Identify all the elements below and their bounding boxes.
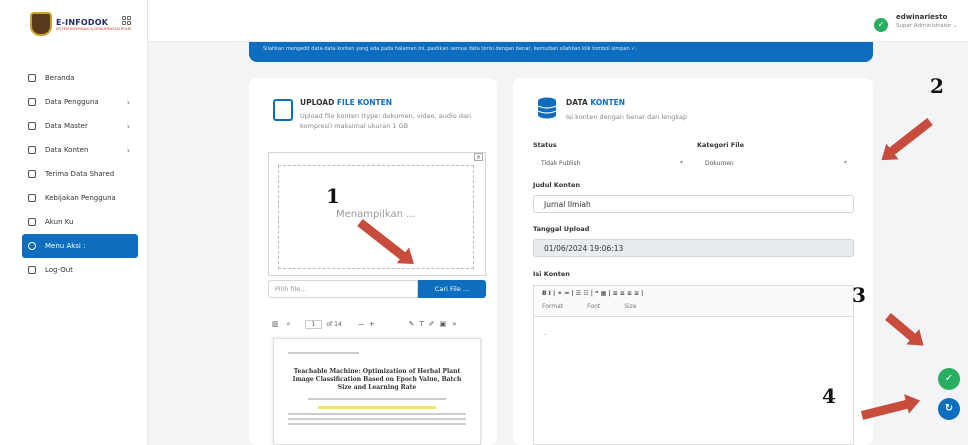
users-icon bbox=[28, 98, 36, 106]
sidebar-item-beranda[interactable]: Beranda bbox=[22, 66, 138, 90]
sidebar-menu: Beranda Data Pengguna › Data Master › Data… bbox=[22, 66, 138, 282]
upload-file-icon bbox=[273, 99, 293, 121]
apps-grid-icon[interactable] bbox=[122, 16, 131, 25]
file-input[interactable]: Pilih file... bbox=[268, 280, 418, 298]
zoom-out-icon[interactable]: — bbox=[358, 320, 365, 328]
annotation-arrow-3 bbox=[885, 313, 919, 344]
upload-card-title: UPLOAD FILE KONTEN bbox=[300, 98, 392, 107]
zoom-in-icon[interactable]: + bbox=[369, 320, 375, 328]
sidebar-item-log-out[interactable]: Log-Out bbox=[22, 258, 138, 282]
user-verified-icon: ✓ bbox=[874, 18, 888, 32]
pdf-page-preview: Teachable Machine: Optimization of Herba… bbox=[273, 338, 481, 445]
size-dropdown[interactable]: Size bbox=[624, 303, 636, 310]
sidebar: E-INFODOK SISTEM INFORMASI & DOKUMENTASI… bbox=[0, 0, 148, 445]
tanggal-label: Tanggal Upload bbox=[533, 225, 590, 233]
isi-label: Isi Konten bbox=[533, 270, 570, 278]
top-header: ✓ edwinariesto Super Administrator ⌄ bbox=[148, 0, 968, 42]
search-icon[interactable]: ⌕ bbox=[287, 320, 291, 329]
brand-logo[interactable]: E-INFODOK SISTEM INFORMASI & DOKUMENTASI… bbox=[30, 12, 131, 36]
brand-name: E-INFODOK bbox=[56, 17, 109, 27]
pdf-page-total: of 14 bbox=[326, 320, 342, 328]
sidebar-item-data-master[interactable]: Data Master › bbox=[22, 114, 138, 138]
sidebar-item-data-pengguna[interactable]: Data Pengguna › bbox=[22, 90, 138, 114]
text-tool-icon[interactable]: T bbox=[419, 320, 423, 328]
info-banner: Silahkan mengedit data-data konten yang … bbox=[249, 42, 873, 62]
annotation-number-3: 3 bbox=[852, 283, 866, 307]
editor-toolbar: B I | ⚭ ⚮ | ☰ ☷ | ❝ ▦ | ≡ ≡ ≡ ≡ | Format… bbox=[533, 285, 854, 317]
content-icon bbox=[28, 146, 36, 154]
home-icon bbox=[28, 74, 36, 82]
close-icon[interactable]: × bbox=[474, 153, 483, 161]
user-name[interactable]: edwinariesto bbox=[896, 13, 947, 21]
format-dropdown[interactable]: Format bbox=[542, 303, 563, 310]
more-tools-icon[interactable]: » bbox=[452, 320, 456, 328]
status-select[interactable]: Tidak Publish ▾ bbox=[533, 156, 691, 172]
draw-icon[interactable]: ✎ bbox=[409, 320, 415, 328]
annotation-number-2: 2 bbox=[930, 74, 944, 98]
font-dropdown[interactable]: Font bbox=[587, 303, 600, 310]
kategori-select[interactable]: Dokumen ▾ bbox=[697, 156, 855, 172]
judul-label: Judul Konten bbox=[533, 181, 580, 189]
reset-button[interactable]: ↻ bbox=[938, 398, 960, 420]
upload-card-subtitle: Upload file konten (type: dokumen, video… bbox=[300, 112, 472, 130]
sidebar-item-data-konten[interactable]: Data Konten › bbox=[22, 138, 138, 162]
save-button[interactable]: ✓ bbox=[938, 368, 960, 390]
chevron-down-icon: ▾ bbox=[679, 159, 683, 166]
image-tool-icon[interactable]: ▣ bbox=[440, 320, 447, 328]
sidebar-item-akun-ku[interactable]: Akun Ku bbox=[22, 210, 138, 234]
judul-input[interactable]: Jurnal Ilmiah bbox=[533, 195, 854, 213]
police-badge-icon bbox=[30, 12, 52, 36]
chevron-right-icon: › bbox=[126, 121, 130, 131]
pdf-document-title: Teachable Machine: Optimization of Herba… bbox=[292, 368, 462, 391]
help-icon bbox=[28, 194, 36, 202]
database-icon bbox=[537, 97, 557, 119]
sidebar-toggle-icon[interactable]: ▥ bbox=[272, 320, 279, 328]
sidebar-item-terima-data-shared[interactable]: Terima Data Shared bbox=[22, 162, 138, 186]
status-label: Status bbox=[533, 141, 557, 149]
data-konten-title: DATA KONTEN bbox=[566, 98, 626, 107]
editor-format-buttons[interactable]: B I | ⚭ ⚮ | ☰ ☷ | ❝ ▦ | ≡ ≡ ≡ ≡ | bbox=[534, 286, 853, 301]
sidebar-item-menu-aksi[interactable]: Menu Aksi : bbox=[22, 234, 138, 258]
kategori-label: Kategori File bbox=[697, 141, 745, 149]
sidebar-item-kebijakan-pengguna[interactable]: Kebijakan Pengguna bbox=[22, 186, 138, 210]
user-role[interactable]: Super Administrator ⌄ bbox=[896, 23, 958, 29]
database-icon bbox=[28, 122, 36, 130]
chevron-right-icon: › bbox=[126, 145, 130, 155]
pdf-page-input[interactable]: 1 bbox=[304, 319, 323, 329]
action-icon bbox=[28, 242, 36, 250]
chevron-right-icon: › bbox=[126, 97, 130, 107]
annotation-number-1: 1 bbox=[326, 184, 340, 208]
editor-content-area[interactable]: - bbox=[533, 317, 854, 445]
annotation-number-4: 4 bbox=[822, 384, 836, 408]
user-icon bbox=[28, 218, 36, 226]
data-konten-subtitle: Isi konten dengan benar dan lengkap bbox=[566, 113, 688, 121]
tanggal-input: 01/06/2024 19:06:13 bbox=[533, 239, 854, 257]
preview-loading-text: Menampilkan ... bbox=[336, 209, 416, 220]
download-icon bbox=[28, 170, 36, 178]
highlight-icon[interactable]: ✐ bbox=[429, 320, 435, 328]
browse-file-button[interactable]: Cari File ... bbox=[418, 280, 486, 298]
brand-tagline: SISTEM INFORMASI & DOKUMENTASI POLRI bbox=[56, 26, 132, 31]
logout-icon bbox=[28, 266, 36, 274]
pdf-viewer-toolbar: ▥ ⌕ 1 of 14 — + ✎ T ✐ ▣ » bbox=[268, 316, 486, 332]
chevron-down-icon: ▾ bbox=[843, 159, 847, 166]
annotation-arrow-2 bbox=[886, 117, 933, 158]
